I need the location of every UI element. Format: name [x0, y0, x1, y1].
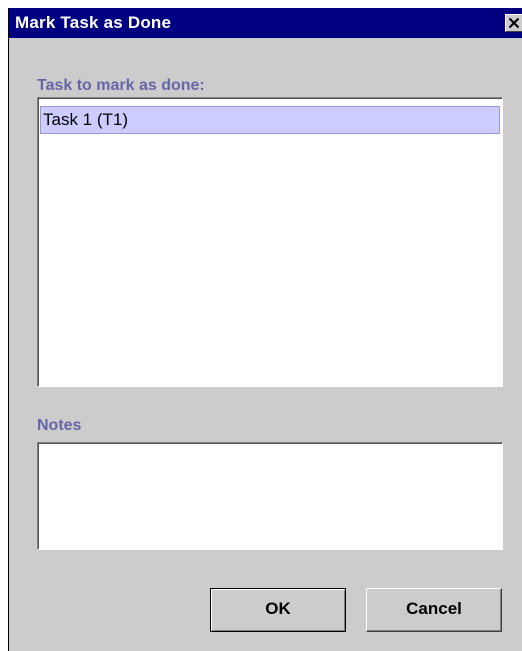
task-list[interactable]: Task 1 (T1) [37, 97, 503, 387]
notes-label: Notes [37, 417, 82, 434]
task-list-item[interactable]: Task 1 (T1) [40, 106, 500, 134]
notes-field[interactable] [37, 442, 503, 550]
cancel-button[interactable]: Cancel [366, 588, 502, 632]
task-list-label: Task to mark as done: [37, 77, 205, 94]
close-button[interactable] [505, 14, 522, 32]
close-icon [508, 17, 520, 29]
dialog-title: Mark Task as Done [15, 13, 172, 32]
mark-task-done-dialog: Mark Task as Done Task to mark as done: … [8, 8, 522, 651]
title-bar[interactable]: Mark Task as Done [9, 8, 522, 38]
ok-button[interactable]: OK [210, 588, 346, 632]
